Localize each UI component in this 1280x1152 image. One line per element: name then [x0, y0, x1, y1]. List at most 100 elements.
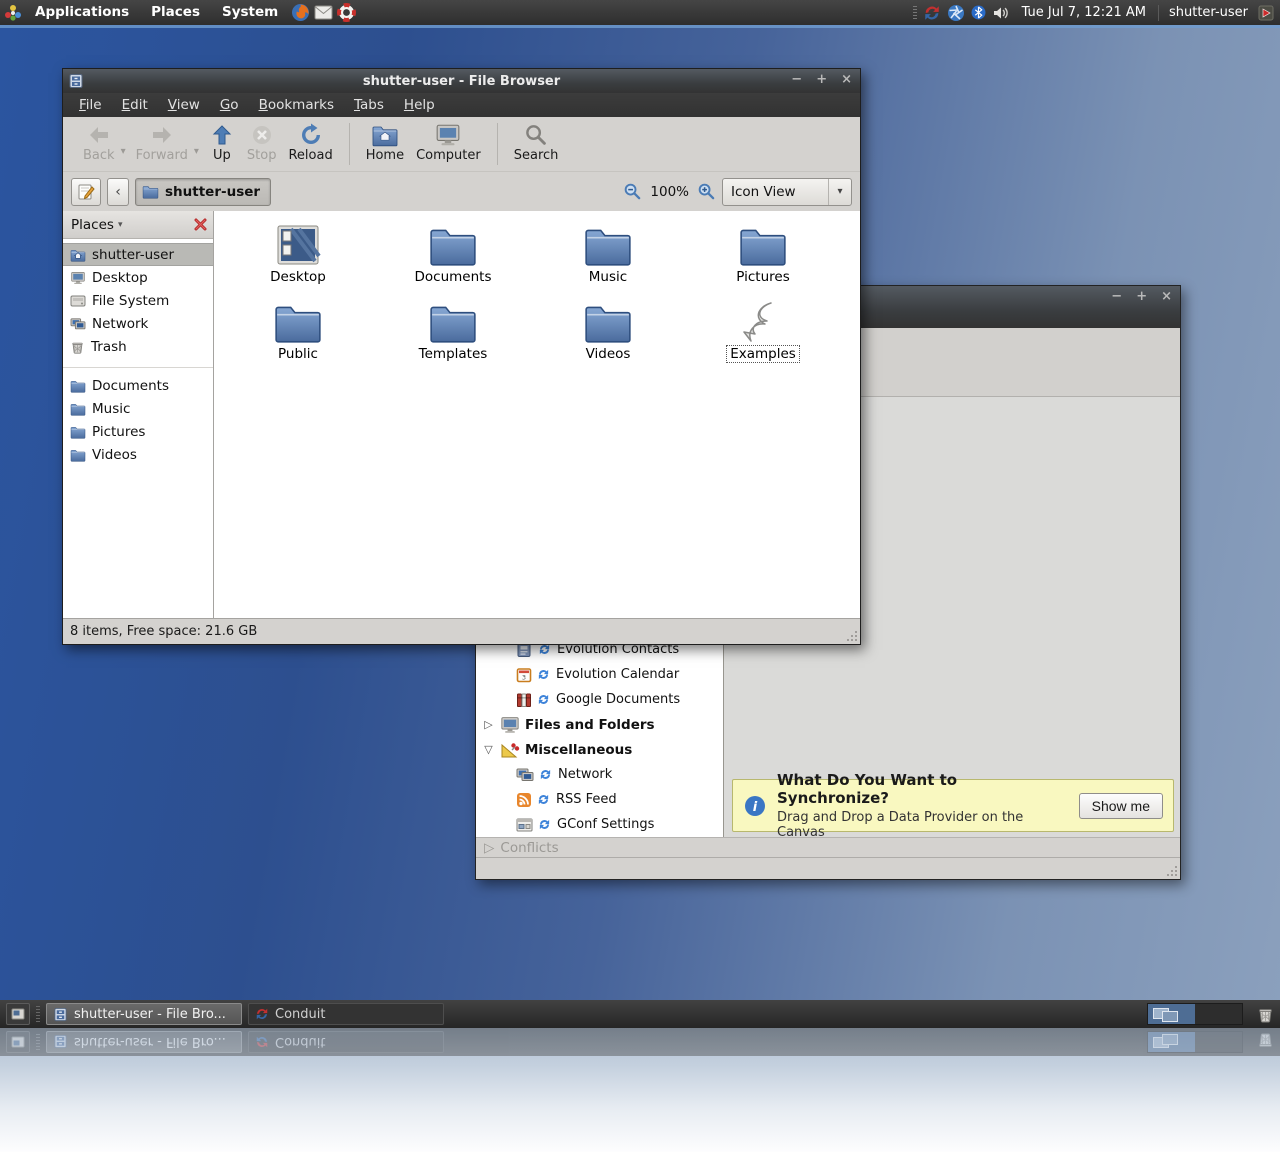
sidebar-header[interactable]: Places ▾ — [63, 211, 213, 239]
file-documents[interactable]: Documents — [378, 223, 528, 300]
task-file-browser[interactable]: shutter-user - File Bro... — [46, 1003, 242, 1025]
back-history-dropdown[interactable]: ▾ — [121, 146, 126, 157]
menu-tabs[interactable]: Tabs — [344, 93, 394, 117]
firefox-launcher-icon[interactable] — [291, 3, 310, 22]
sidebar-item-home[interactable]: shutter-user — [63, 243, 213, 266]
sync-emblem-icon — [538, 643, 551, 656]
computer-button[interactable]: Computer — [410, 121, 487, 165]
resize-grip[interactable] — [845, 629, 858, 642]
zoom-out-icon[interactable] — [623, 182, 642, 201]
tree-item-rss-feed[interactable]: RSS Feed — [476, 787, 723, 812]
forward-history-dropdown[interactable]: ▾ — [194, 146, 199, 157]
distro-logo-icon[interactable] — [4, 4, 22, 22]
workspace-switcher[interactable] — [1147, 1003, 1243, 1025]
zoom-level[interactable]: 100% — [648, 184, 691, 200]
show-desktop-button[interactable] — [6, 1003, 30, 1025]
expander-expanded-icon[interactable]: ▽ — [482, 743, 495, 756]
task-conduit[interactable]: Conduit — [248, 1003, 444, 1025]
forward-button[interactable]: Forward — [130, 121, 194, 165]
file-templates[interactable]: Templates — [378, 300, 528, 377]
view-mode-select[interactable]: Icon View ▾ — [722, 178, 852, 206]
user-switcher[interactable]: shutter-user — [1165, 5, 1252, 20]
tree-category-files-and-folders[interactable]: ▷ Files and Folders — [476, 712, 723, 737]
zoom-in-icon[interactable] — [697, 182, 716, 201]
sync-emblem-icon — [537, 793, 550, 806]
tree-category-miscellaneous[interactable]: ▽ Miscellaneous — [476, 737, 723, 762]
tree-item-network[interactable]: Network — [476, 762, 723, 787]
window-title: shutter-user - File Browser — [63, 74, 860, 89]
file-desktop[interactable]: Desktop — [223, 223, 373, 300]
up-button[interactable]: Up — [203, 121, 241, 165]
tray-handle[interactable] — [913, 6, 917, 20]
maximize-button[interactable]: + — [816, 72, 827, 88]
desktop-icon — [275, 223, 321, 267]
show-me-button[interactable]: Show me — [1079, 793, 1163, 819]
tree-item-google-documents[interactable]: Google Documents — [476, 687, 723, 712]
reload-button[interactable]: Reload — [282, 121, 338, 165]
menu-bookmarks[interactable]: Bookmarks — [249, 93, 344, 117]
close-button[interactable]: × — [841, 72, 852, 88]
toolbar: Back ▾ Forward ▾ Up Stop Reload Home Com… — [63, 117, 860, 171]
path-scroll-left-button[interactable]: ‹ — [107, 178, 129, 206]
folder-icon — [583, 223, 633, 267]
volume-tray-icon[interactable] — [992, 5, 1010, 21]
help-launcher-icon[interactable] — [337, 3, 356, 22]
sidebar-item-file-system[interactable]: File System — [63, 289, 213, 312]
file-browser-window: shutter-user - File Browser − + × File E… — [62, 68, 861, 645]
stop-button[interactable]: Stop — [241, 121, 283, 165]
trash-applet-icon[interactable] — [1257, 1006, 1274, 1023]
clock[interactable]: Tue Jul 7, 12:21 AM — [1016, 5, 1152, 20]
conduit-tray-icon[interactable] — [923, 4, 941, 22]
menu-file[interactable]: File — [69, 93, 112, 117]
tasklist-handle[interactable] — [36, 1006, 40, 1022]
tasklist-handle — [36, 1034, 40, 1050]
path-button-shutter-user[interactable]: shutter-user — [135, 178, 271, 206]
applications-menu[interactable]: Applications — [26, 0, 138, 25]
sidebar-item-music[interactable]: Music — [63, 397, 213, 420]
file-pictures[interactable]: Pictures — [688, 223, 838, 300]
sidebar-item-desktop[interactable]: Desktop — [63, 266, 213, 289]
toggle-location-entry-button[interactable] — [71, 178, 101, 206]
resize-grip[interactable] — [1165, 864, 1178, 877]
maximize-button[interactable]: + — [1136, 289, 1147, 305]
back-button[interactable]: Back — [77, 121, 121, 165]
file-browser-titlebar[interactable]: shutter-user - File Browser − + × — [63, 69, 860, 93]
workspace-1[interactable] — [1148, 1004, 1195, 1024]
system-menu[interactable]: System — [213, 0, 287, 25]
file-icon-view[interactable]: Desktop Documents Music Pictures Public … — [214, 211, 860, 618]
close-button[interactable]: × — [1161, 289, 1172, 305]
folder-icon — [273, 300, 323, 344]
folder-icon — [583, 300, 633, 344]
file-videos[interactable]: Videos — [533, 300, 683, 377]
minimize-button[interactable]: − — [791, 72, 802, 88]
menu-view[interactable]: View — [158, 93, 210, 117]
menu-edit[interactable]: Edit — [112, 93, 158, 117]
file-manager-icon — [68, 73, 84, 89]
workspace-switcher — [1147, 1031, 1243, 1053]
tree-item-gconf-settings[interactable]: GConf Settings — [476, 812, 723, 837]
search-button[interactable]: Search — [508, 121, 565, 165]
folder-icon — [428, 300, 478, 344]
sidebar-close-icon[interactable] — [194, 218, 207, 231]
home-button[interactable]: Home — [360, 121, 410, 165]
places-menu[interactable]: Places — [142, 0, 209, 25]
file-music[interactable]: Music — [533, 223, 683, 300]
file-public[interactable]: Public — [223, 300, 373, 377]
sidebar-item-network[interactable]: Network — [63, 312, 213, 335]
workspace-2[interactable] — [1195, 1004, 1242, 1024]
sidebar-item-videos[interactable]: Videos — [63, 443, 213, 466]
minimize-button[interactable]: − — [1111, 289, 1122, 305]
tree-item-evolution-calendar[interactable]: 3 Evolution Calendar — [476, 662, 723, 687]
shutter-tray-icon[interactable] — [947, 4, 965, 22]
sidebar-item-documents[interactable]: Documents — [63, 374, 213, 397]
bluetooth-tray-icon[interactable] — [971, 5, 986, 20]
sidebar-item-pictures[interactable]: Pictures — [63, 420, 213, 443]
file-examples[interactable]: Examples — [688, 300, 838, 377]
menu-go[interactable]: Go — [210, 93, 249, 117]
mail-launcher-icon[interactable] — [314, 5, 333, 20]
sidebar-item-trash[interactable]: Trash — [63, 335, 213, 358]
logout-icon[interactable] — [1258, 5, 1274, 21]
sync-emblem-icon — [537, 693, 550, 706]
expander-collapsed-icon[interactable]: ▷ — [482, 718, 495, 731]
menu-help[interactable]: Help — [394, 93, 445, 117]
